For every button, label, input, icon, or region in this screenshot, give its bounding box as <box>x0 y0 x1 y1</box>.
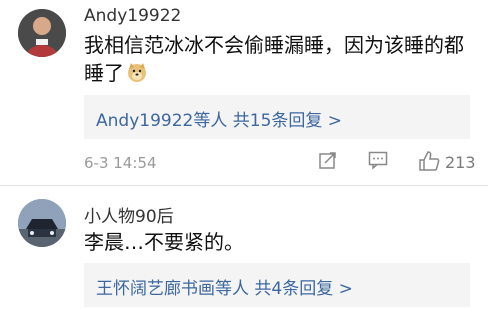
avatar[interactable] <box>18 9 66 57</box>
like-count: 213 <box>445 153 476 172</box>
chevron-right-icon[interactable]: > <box>328 111 342 131</box>
comment-divider <box>0 185 488 186</box>
comment-text-continued: 睡了 <box>84 59 148 90</box>
reply-names[interactable]: 王怀阔艺廊书画等人 <box>96 279 249 299</box>
like-button[interactable] <box>418 150 440 176</box>
avatar-image-andy <box>18 9 66 57</box>
comment-icon <box>368 151 388 170</box>
reply-summary[interactable]: 王怀阔艺廊书画等人 共4条回复 > <box>84 263 470 307</box>
username[interactable]: Andy19922 <box>84 6 181 26</box>
reply-names[interactable]: Andy19922等人 <box>96 111 227 131</box>
comment-date: 6-3 14:54 <box>84 154 157 172</box>
avatar-image-car <box>18 199 66 247</box>
reply-count[interactable]: 共4条回复 <box>254 279 333 299</box>
username[interactable]: 小人物90后 <box>84 202 174 227</box>
share-button[interactable] <box>318 150 338 174</box>
like-icon <box>419 151 440 171</box>
avatar[interactable] <box>18 199 66 247</box>
reply-count[interactable]: 共15条回复 <box>233 111 323 131</box>
share-icon <box>319 152 336 169</box>
doge-emoji-icon <box>126 61 148 90</box>
comment-text-line2: 睡了 <box>84 61 124 85</box>
comment-text: 李晨…不要紧的。 <box>84 230 244 254</box>
comment-text: 我相信范冰冰不会偷睡漏睡，因为该睡的都 <box>84 33 464 57</box>
reply-summary[interactable]: Andy19922等人 共15条回复 > <box>84 95 470 139</box>
chevron-right-icon[interactable]: > <box>339 279 353 299</box>
comment-button[interactable] <box>368 150 388 174</box>
